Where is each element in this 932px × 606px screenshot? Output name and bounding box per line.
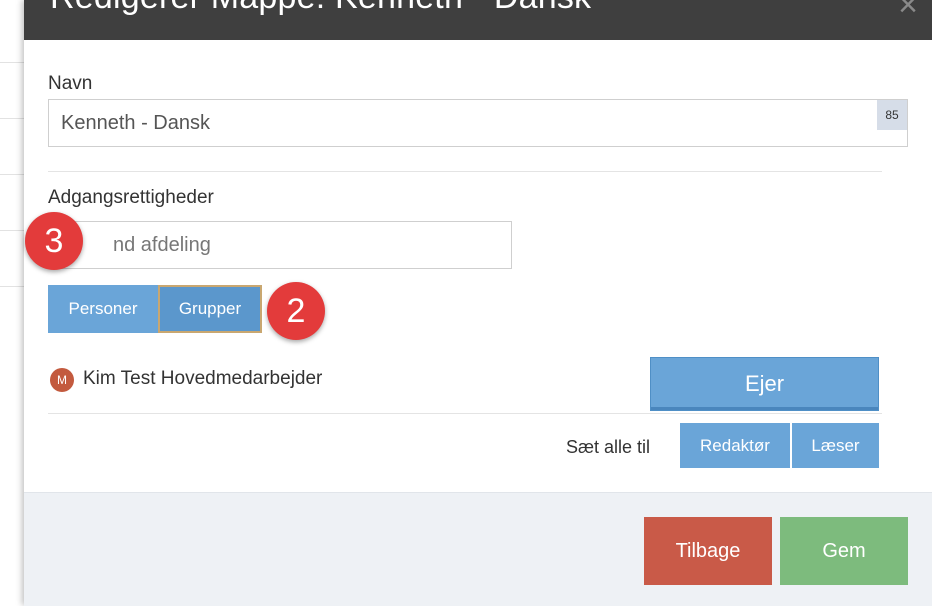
modal-footer: Tilbage Gem: [24, 492, 932, 606]
set-all-label: Sæt alle til: [566, 437, 651, 457]
save-button[interactable]: Gem: [780, 517, 908, 585]
back-button[interactable]: Tilbage: [644, 517, 772, 585]
modal-title: Redigerer Mappe: Kenneth - Dansk: [50, 0, 591, 17]
edit-folder-modal: Redigerer Mappe: Kenneth - Dansk × Navn …: [24, 0, 932, 606]
close-icon[interactable]: ×: [898, 0, 918, 22]
background-page: [0, 0, 24, 605]
member-divider: [48, 413, 882, 414]
character-counter: 85: [877, 100, 907, 130]
set-all-editor-button[interactable]: Redaktør: [680, 423, 790, 468]
department-search-input[interactable]: nd afdeling: [48, 221, 512, 269]
department-search-placeholder: nd afdeling: [113, 233, 211, 256]
modal-header: Redigerer Mappe: Kenneth - Dansk ×: [24, 0, 932, 40]
name-label: Navn: [48, 73, 93, 94]
step-2-badge: 2: [267, 282, 325, 340]
tab-personer[interactable]: Personer: [48, 285, 158, 333]
name-input-value: Kenneth - Dansk: [61, 111, 210, 134]
background-divider: [0, 118, 24, 119]
set-all-reader-button[interactable]: Læser: [792, 423, 879, 468]
tab-grupper[interactable]: Grupper: [158, 285, 262, 333]
background-divider: [0, 230, 24, 231]
section-divider: [48, 171, 882, 172]
background-divider: [0, 62, 24, 63]
avatar: M: [50, 368, 74, 392]
background-divider: [0, 286, 24, 287]
access-rights-label: Adgangsrettigheder: [48, 187, 214, 208]
step-3-badge: 3: [25, 212, 83, 270]
member-name: Kim Test Hovedmedarbejder: [83, 368, 323, 389]
role-owner-button[interactable]: Ejer: [650, 357, 879, 411]
background-divider: [0, 174, 24, 175]
name-input[interactable]: Kenneth - Dansk 85: [48, 99, 908, 147]
